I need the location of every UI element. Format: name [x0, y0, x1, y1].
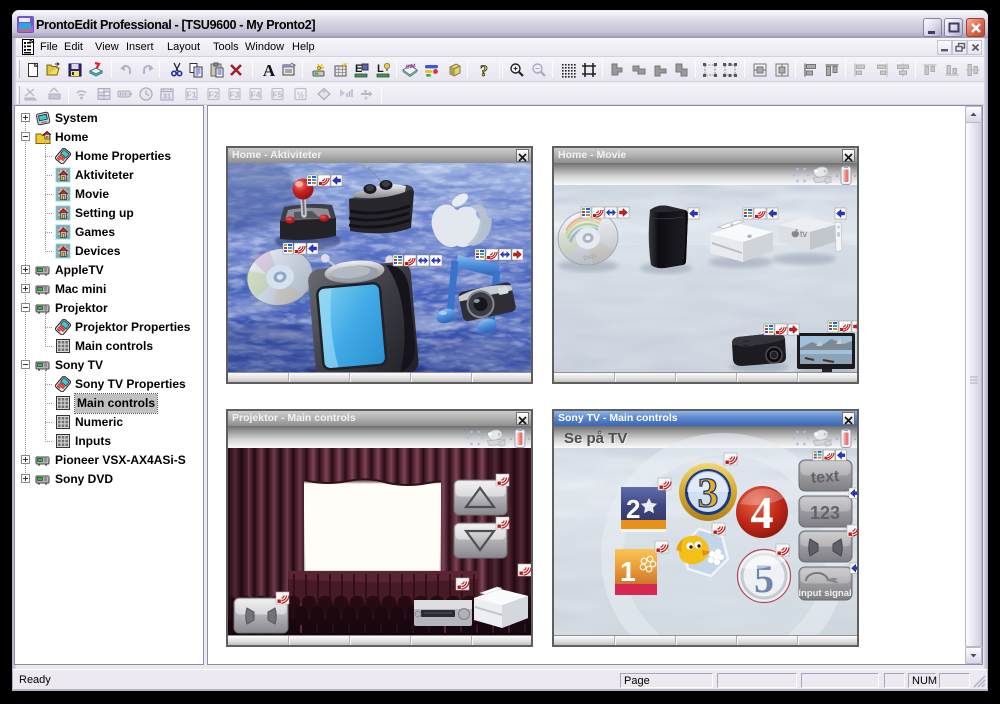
svg-text:½: ½	[297, 90, 304, 100]
svg-text:?: ?	[480, 63, 488, 78]
svg-text:L: L	[377, 63, 384, 75]
svg-text:F2: F2	[209, 90, 219, 100]
svg-text:E: E	[355, 63, 362, 75]
svg-text:3: 3	[698, 471, 719, 517]
svg-text:tv: tv	[800, 229, 808, 239]
svg-text:123: 123	[810, 503, 840, 523]
svg-text:F5: F5	[273, 90, 283, 100]
svg-text:input signal: input signal	[798, 588, 851, 599]
svg-text:F4: F4	[251, 90, 261, 100]
svg-text:Se på TV: Se på TV	[564, 430, 627, 447]
svg-text:F1: F1	[187, 90, 197, 100]
svg-text:text: text	[810, 468, 840, 487]
svg-text:F3: F3	[230, 90, 240, 100]
svg-text:4: 4	[751, 487, 774, 538]
svg-text:A: A	[263, 62, 276, 78]
svg-text:31: 31	[163, 92, 171, 101]
